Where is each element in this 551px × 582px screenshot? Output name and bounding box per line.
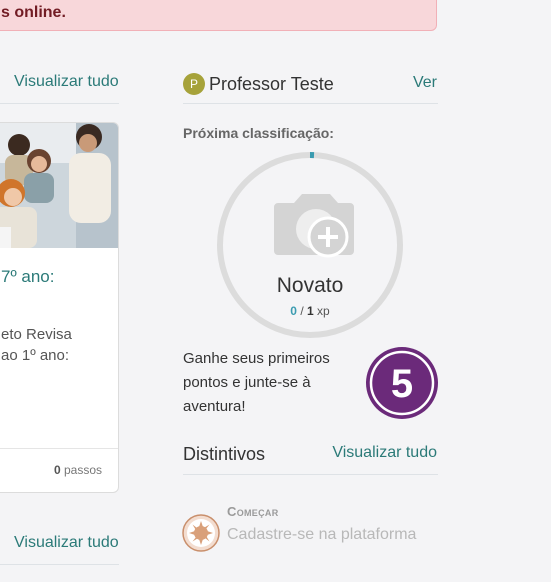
steps-label: passos bbox=[63, 463, 102, 477]
reward-number: 5 bbox=[391, 362, 413, 406]
sun-badge-icon bbox=[182, 514, 220, 552]
alert-text: s online. bbox=[1, 4, 66, 21]
profile-avatar: P bbox=[183, 73, 205, 95]
alert-banner: s online. bbox=[0, 0, 437, 31]
profile-name: Professor Teste bbox=[209, 74, 334, 94]
course-title[interactable]: 7º ano: bbox=[1, 267, 54, 287]
achievement-description: Cadastre-se na plataforma bbox=[227, 526, 417, 543]
course-description-line: ao 1º ano: bbox=[1, 347, 70, 364]
steps-number: 0 bbox=[53, 463, 61, 477]
cta-text: Ganhe seus primeiros pontos e junte-se à… bbox=[183, 350, 330, 415]
xp-total: 1 bbox=[307, 304, 314, 318]
view-all-link[interactable]: Visualizar tudo bbox=[14, 534, 119, 552]
reward-points-badge: 5 bbox=[366, 347, 438, 419]
rank-xp: 0 / 1 xp bbox=[216, 304, 404, 318]
course-description: eto Revisa ao 1º ano: bbox=[1, 324, 72, 366]
course-description-line: eto Revisa bbox=[1, 326, 72, 343]
steps-count: 0 passos bbox=[54, 463, 102, 477]
achievement-title: Começar bbox=[227, 504, 279, 519]
xp-current: 0 bbox=[290, 304, 297, 318]
divider bbox=[0, 564, 119, 565]
xp-separator: / bbox=[296, 304, 307, 318]
badges-title: Distintivos bbox=[183, 444, 266, 464]
xp-unit: xp bbox=[313, 304, 330, 318]
divider bbox=[0, 103, 119, 104]
divider bbox=[183, 103, 438, 104]
rank-name: Novato bbox=[276, 274, 344, 297]
course-card[interactable]: 7º ano: eto Revisa ao 1º ano: 0 passos bbox=[0, 122, 119, 493]
view-all-badges-link[interactable]: Visualizar tudo bbox=[332, 444, 437, 462]
view-all-link[interactable]: Visualizar tudo bbox=[14, 73, 119, 91]
divider bbox=[183, 474, 438, 475]
card-divider bbox=[0, 448, 118, 449]
view-profile-link[interactable]: Ver bbox=[413, 74, 437, 92]
course-image bbox=[0, 123, 118, 248]
camera-add-icon bbox=[274, 194, 354, 258]
next-rank-label: Próxima classificação: bbox=[183, 125, 334, 141]
